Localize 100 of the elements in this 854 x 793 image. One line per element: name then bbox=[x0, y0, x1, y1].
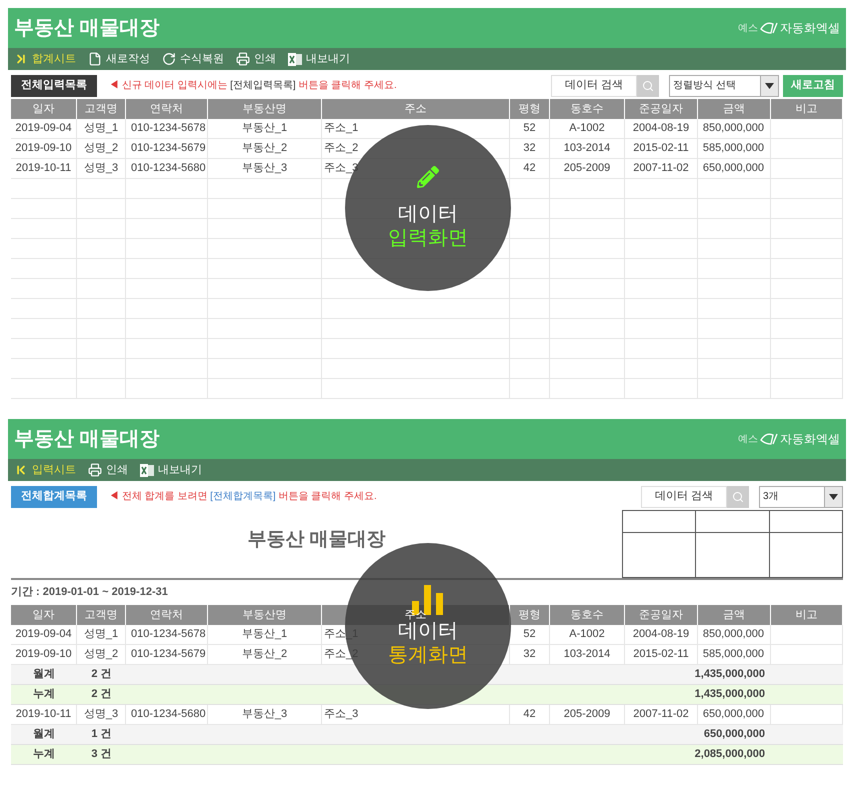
table-cell-text: 2004-08-19 bbox=[632, 627, 690, 642]
table-cell-text: 2004-08-19 bbox=[632, 121, 690, 136]
table-cell-text: 32 bbox=[523, 141, 536, 156]
toolbar-button[interactable]: 입력시트 bbox=[14, 462, 76, 478]
search-button[interactable] bbox=[727, 486, 749, 508]
table-cell-text: 성명_2 bbox=[84, 141, 118, 156]
column-header: 평형 bbox=[518, 608, 540, 623]
total-label: 월계 bbox=[33, 667, 55, 682]
column-header: 금액 bbox=[723, 608, 745, 623]
column-header: 비고 bbox=[796, 608, 818, 623]
notice-text: ◀ 신규 데이터 입력시에는 [전체입력목록] 버튼을 클릭해 주세요. bbox=[109, 79, 397, 93]
spreadsheet-icon bbox=[140, 464, 154, 476]
total-amount: 650,000,000 bbox=[704, 727, 765, 742]
select-field[interactable]: 3개 bbox=[759, 486, 843, 508]
table-cell-text: 성명_3 bbox=[84, 707, 118, 722]
toolbar-button[interactable]: 새로작성 bbox=[88, 50, 150, 68]
table-cell-text: 850,000,000 bbox=[702, 121, 764, 136]
pencil-icon bbox=[417, 166, 439, 188]
table-cell-text: 42 bbox=[523, 707, 536, 722]
total-label: 누계 bbox=[33, 747, 55, 762]
table-cell-text: 850,000,000 bbox=[702, 627, 764, 642]
table-cell-text: 205-2009 bbox=[564, 161, 610, 176]
table-cell-text: 주소_2 bbox=[324, 141, 358, 156]
table-cell-text: 42 bbox=[523, 161, 536, 176]
table-cell-text: 650,000,000 bbox=[702, 707, 764, 722]
column-header: 주소 bbox=[404, 608, 426, 622]
table-cell-text: 부동산_1 bbox=[242, 121, 288, 136]
toolbar-button[interactable]: 인쇄 bbox=[88, 462, 128, 478]
caret-icon bbox=[765, 82, 774, 88]
table-cell-text: 2019-09-10 bbox=[15, 141, 72, 156]
column-header: 준공일자 bbox=[639, 608, 683, 623]
table-cell-text: 2007-11-02 bbox=[633, 707, 689, 722]
brand-prefix: 예스 bbox=[738, 432, 758, 446]
table-cell-text: 2019-10-11 bbox=[16, 161, 72, 176]
total-label: 월계 bbox=[33, 727, 55, 742]
toolbar-button[interactable]: 합계시트 bbox=[14, 50, 76, 68]
total-amount: 1,435,000,000 bbox=[694, 687, 765, 702]
column-header: 부동산명 bbox=[242, 102, 286, 117]
toolbar-button[interactable]: 인쇄 bbox=[236, 50, 276, 68]
table-cell-text: 585,000,000 bbox=[702, 647, 764, 662]
total-count: 3 건 bbox=[91, 747, 112, 762]
table-cell-text: A-1002 bbox=[569, 627, 605, 642]
column-header: 일자 bbox=[32, 102, 54, 117]
total-amount: 1,435,000,000 bbox=[694, 667, 765, 682]
table-cell-text: 성명_2 bbox=[84, 647, 118, 662]
overlay-title: 데이터 bbox=[398, 620, 458, 643]
total-count: 2 건 bbox=[91, 667, 112, 682]
toolbar-button[interactable]: 내보내기 bbox=[140, 462, 202, 478]
printer-icon bbox=[88, 463, 102, 477]
table-cell-text: 103-2014 bbox=[564, 141, 610, 156]
select-field[interactable]: 정렬방식 선택 bbox=[669, 74, 779, 96]
search-icon bbox=[642, 80, 654, 92]
refresh-button[interactable]: 새로고침 bbox=[783, 74, 843, 96]
list-button[interactable]: 전체입력목록 bbox=[11, 74, 97, 96]
table-cell-text: 32 bbox=[523, 647, 536, 662]
total-count: 2 건 bbox=[91, 687, 112, 702]
brand-logo-icon bbox=[760, 432, 778, 446]
brand-logo-icon bbox=[760, 21, 778, 35]
column-header: 동호수 bbox=[570, 102, 604, 117]
column-header: 비고 bbox=[796, 102, 818, 117]
table-cell-text: 010-1234-5679 bbox=[131, 141, 206, 156]
table-cell-text: 성명_1 bbox=[84, 627, 118, 642]
list-button[interactable]: 전체합계목록 bbox=[11, 486, 97, 508]
column-header: 연락처 bbox=[150, 608, 183, 623]
table-cell-text: 010-1234-5680 bbox=[131, 707, 206, 722]
column-header: 고객명 bbox=[84, 102, 118, 117]
table-cell-text: 부동산_1 bbox=[242, 627, 288, 642]
brand-prefix: 예스 bbox=[738, 22, 758, 36]
table-cell-text: 부동산_3 bbox=[242, 707, 288, 722]
toolbar-button[interactable]: 수식복원 bbox=[162, 50, 224, 68]
overlay-title: 데이터 bbox=[398, 202, 458, 226]
search-field[interactable]: 데이터 검색 bbox=[551, 74, 637, 96]
column-header: 금액 bbox=[723, 102, 745, 117]
total-amount: 2,085,000,000 bbox=[694, 747, 765, 762]
table-cell-text: 주소_3 bbox=[324, 707, 358, 722]
search-button[interactable] bbox=[637, 74, 659, 96]
search-field[interactable]: 데이터 검색 bbox=[641, 486, 727, 508]
notice-text: ◀ 전체 합계를 보려면 [전체합계목록] 버튼을 클릭해 주세요. bbox=[109, 490, 377, 504]
table-cell-text: 52 bbox=[523, 121, 536, 136]
brand-name: 자동화엑셀 bbox=[780, 20, 840, 37]
column-header: 주소 bbox=[404, 102, 426, 117]
column-header: 동호수 bbox=[570, 608, 604, 623]
table-cell-text: 2019-09-04 bbox=[15, 627, 72, 642]
spreadsheet-icon bbox=[288, 52, 302, 66]
table-cell-text: 성명_1 bbox=[84, 121, 118, 136]
overlay-subtitle: 통계화면 bbox=[388, 643, 468, 667]
toolbar-button[interactable]: 내보내기 bbox=[288, 50, 350, 68]
table-cell-text: 2019-09-10 bbox=[15, 647, 72, 662]
report-title: 부동산 매물대장 bbox=[247, 528, 386, 552]
table-cell-text: 010-1234-5678 bbox=[131, 121, 206, 136]
refresh-icon bbox=[162, 52, 176, 66]
column-header: 준공일자 bbox=[639, 102, 683, 117]
caret-icon bbox=[829, 494, 838, 500]
table-cell-text: 2007-11-02 bbox=[633, 161, 689, 176]
table-cell-text: 2015-02-11 bbox=[633, 647, 689, 662]
column-header: 일자 bbox=[32, 608, 54, 623]
total-count: 1 건 bbox=[91, 727, 112, 742]
table-cell-text: 부동산_2 bbox=[242, 647, 288, 662]
column-header: 부동산명 bbox=[242, 608, 286, 623]
table-cell-text: 2015-02-11 bbox=[633, 141, 689, 156]
